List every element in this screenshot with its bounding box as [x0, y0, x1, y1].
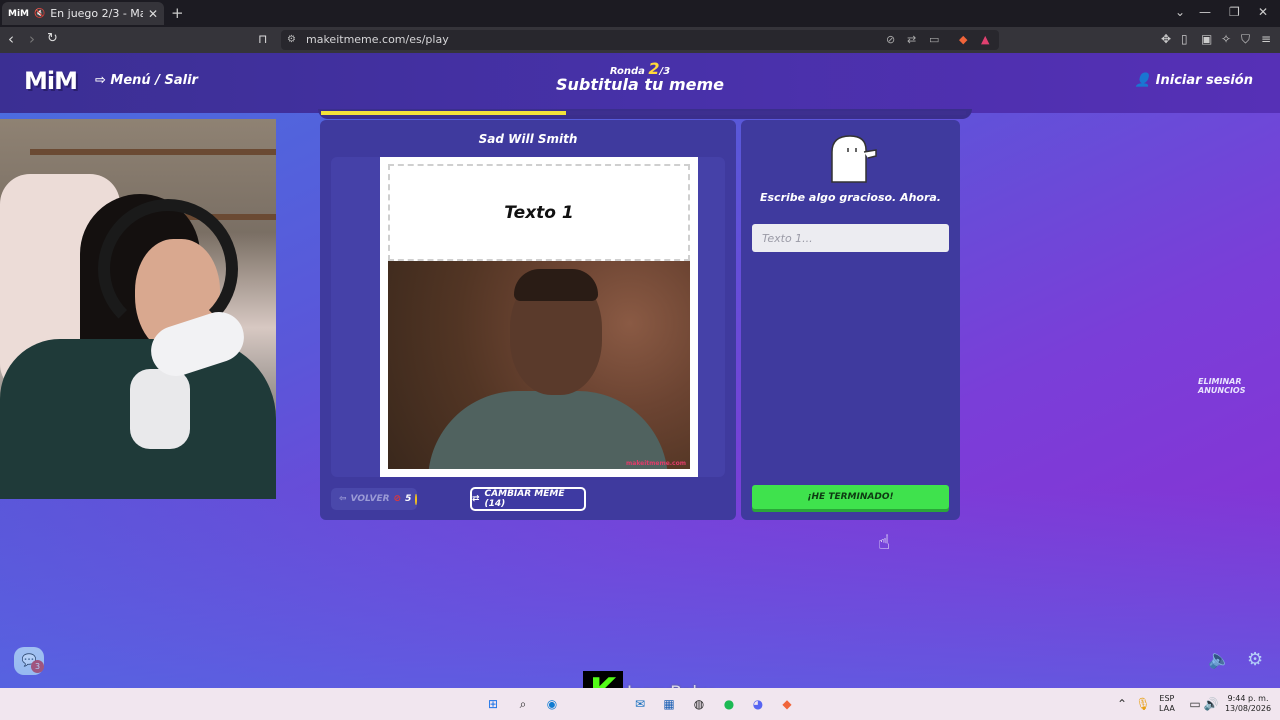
- shelf: [30, 149, 276, 155]
- remove-ads-link[interactable]: ELIMINAR ANUNCIOS: [1198, 377, 1280, 395]
- write-prompt: Escribe algo gracioso. Ahora.: [759, 191, 941, 204]
- write-panel: Escribe algo gracioso. Ahora. ¡HE TERMIN…: [741, 120, 960, 520]
- bookmark-icon[interactable]: ⊓: [258, 32, 267, 46]
- mascot-icon: [831, 135, 877, 183]
- mic-stand: [130, 369, 190, 449]
- back-icon[interactable]: ‹: [8, 30, 14, 48]
- address-bar-row: ‹ › ↻ ⊓ ⚙ makeitmeme.com/es/play ⊘ ⇄ ▭ ◆…: [0, 27, 1280, 53]
- menu-exit-link[interactable]: ⇨ Menú / Salir: [95, 73, 198, 88]
- login-link[interactable]: 👤 Iniciar sesión: [1135, 73, 1253, 88]
- meme-card: Texto 1 makeitmeme.com: [380, 157, 698, 477]
- game-header: MiM ⇨ Menú / Salir Ronda 2/3 Subtitula t…: [0, 53, 1280, 113]
- page-title: Subtitula tu meme: [555, 75, 725, 94]
- arrow-left-icon: ⇦: [339, 494, 347, 504]
- wallet-icon[interactable]: ▣: [1201, 32, 1212, 46]
- tab-favicon: MiM: [8, 8, 29, 19]
- tab-list-icon[interactable]: ⌄: [1175, 5, 1185, 19]
- no-ads-icon: ⊘: [393, 494, 402, 504]
- back-button[interactable]: ⇦ VOLVER ⊘ 5: [331, 488, 417, 510]
- reload-icon[interactable]: ↻: [47, 31, 58, 46]
- volume-icon[interactable]: 🔊: [1202, 695, 1220, 713]
- tab-title: En juego 2/3 - Make it Meme: [50, 7, 143, 20]
- obs-icon[interactable]: ◍: [690, 695, 708, 713]
- meme-image: makeitmeme.com: [388, 261, 690, 469]
- meme-shirt: [428, 391, 668, 469]
- windows-start-icon[interactable]: ⊞: [484, 695, 502, 713]
- discord-icon[interactable]: ◕: [749, 695, 767, 713]
- no-tracking-icon[interactable]: ⊘: [886, 30, 895, 50]
- caption-input[interactable]: [752, 224, 949, 252]
- hand-cursor-icon: ☝: [878, 530, 891, 554]
- progress-fill: [321, 111, 567, 115]
- user-icon: 👤: [1134, 73, 1156, 88]
- clock[interactable]: 9:44 p. m. 13/08/2026: [1223, 694, 1273, 714]
- site-info-icon[interactable]: ⚙: [287, 30, 296, 50]
- meme-text-box-1[interactable]: Texto 1: [388, 164, 690, 261]
- leo-icon[interactable]: ✧: [1221, 32, 1231, 46]
- meme-panel: Sad Will Smith Texto 1 makeitmeme.com ⇦ …: [320, 120, 736, 520]
- mim-logo[interactable]: MiM: [24, 67, 78, 95]
- meme-watermark: makeitmeme.com: [626, 460, 686, 467]
- browser-tab-bar: MiM 🔇 En juego 2/3 - Make it Meme ✕ + ⌄ …: [0, 0, 1280, 27]
- webcam-overlay: [0, 119, 276, 499]
- change-meme-label: CAMBIAR MEME (14): [484, 489, 565, 509]
- minimize-icon[interactable]: —: [1199, 5, 1211, 19]
- spotify-icon[interactable]: ●: [720, 695, 738, 713]
- new-tab-icon[interactable]: +: [171, 4, 184, 22]
- menu-exit-label: Menú / Salir: [110, 73, 198, 88]
- rewards-icon[interactable]: ▲: [981, 30, 989, 50]
- brave-shield-icon[interactable]: ◆: [959, 30, 967, 50]
- window-close-icon[interactable]: ✕: [1258, 5, 1268, 19]
- login-label: Iniciar sesión: [1155, 73, 1253, 88]
- swap-icon: ⇄: [472, 494, 480, 504]
- back-label: VOLVER: [350, 494, 390, 504]
- outlook-icon[interactable]: ✉: [631, 695, 649, 713]
- lang-top: ESP: [1159, 694, 1175, 703]
- brave-icon[interactable]: ◆: [778, 695, 796, 713]
- speaker-icon[interactable]: 🔈: [1208, 649, 1230, 670]
- change-meme-button[interactable]: ⇄ CAMBIAR MEME (14): [470, 487, 586, 511]
- edge-icon[interactable]: ◉: [543, 695, 561, 713]
- url-text: makeitmeme.com/es/play: [306, 33, 449, 46]
- lang-bottom: LAA: [1159, 704, 1175, 713]
- meme-stage: Texto 1 makeitmeme.com: [331, 157, 725, 477]
- search-icon[interactable]: ⌕: [514, 695, 532, 713]
- vpn-icon[interactable]: ⛉: [1241, 32, 1250, 47]
- browser-menu-icon[interactable]: ≡: [1261, 32, 1271, 46]
- sidebar-icon[interactable]: ▯: [1181, 32, 1188, 46]
- store-icon[interactable]: ▦: [660, 695, 678, 713]
- tab-muted-icon[interactable]: 🔇: [34, 9, 45, 19]
- language-indicator[interactable]: ESP LAA: [1159, 694, 1175, 714]
- translate-icon[interactable]: ⇄: [907, 30, 916, 50]
- exit-icon: ⇨: [95, 73, 111, 88]
- forward-icon[interactable]: ›: [29, 30, 35, 48]
- clock-time: 9:44 p. m.: [1227, 694, 1269, 703]
- round-progress: [318, 109, 972, 119]
- coin-icon: [415, 493, 417, 505]
- clock-date: 13/08/2026: [1224, 704, 1272, 713]
- done-button[interactable]: ¡HE TERMINADO!: [752, 485, 949, 509]
- extensions-icon[interactable]: ✥: [1161, 32, 1171, 46]
- tray-chevron-icon[interactable]: ⌃: [1113, 695, 1131, 713]
- maximize-icon[interactable]: ❐: [1229, 5, 1240, 19]
- url-field[interactable]: ⚙ makeitmeme.com/es/play ⊘ ⇄ ▭ ◆ ▲: [281, 30, 999, 50]
- chat-badge: 3: [31, 660, 44, 673]
- back-cost: 5: [405, 494, 412, 504]
- progress-track: [321, 111, 966, 115]
- gear-icon[interactable]: ⚙: [1247, 649, 1263, 670]
- cast-icon[interactable]: ▭: [929, 30, 939, 50]
- active-tab[interactable]: MiM 🔇 En juego 2/3 - Make it Meme ✕: [2, 2, 164, 25]
- windows-taskbar: ⊞ ⌕ ◉ ✉ ▦ ◍ ● ◕ ◆ ⌃ 🎙 ▭ 🔊: [0, 688, 1280, 720]
- meme-hair: [514, 269, 598, 301]
- mic-tray-icon[interactable]: 🎙: [1134, 695, 1152, 713]
- meme-name: Sad Will Smith: [478, 132, 578, 146]
- tab-close-icon[interactable]: ✕: [148, 7, 158, 21]
